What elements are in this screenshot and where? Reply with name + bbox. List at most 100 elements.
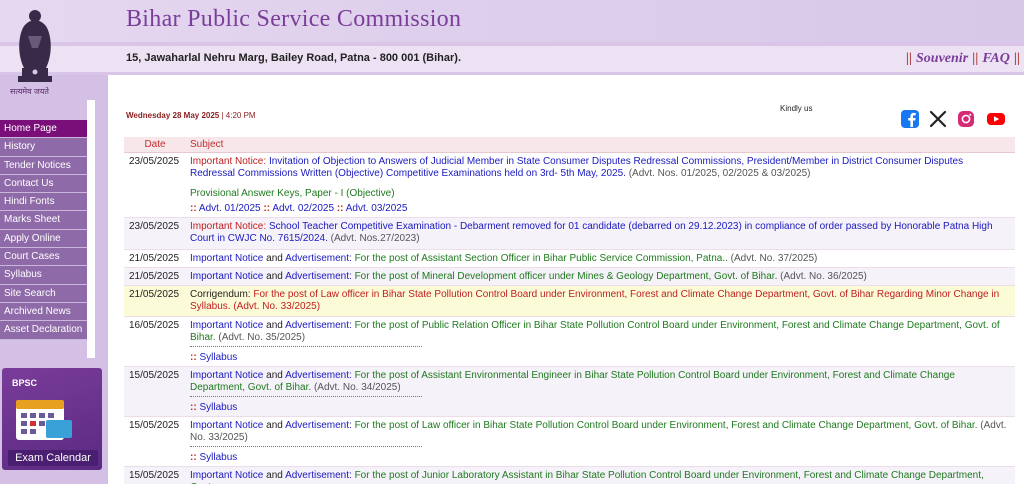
emblem-motto: सत्यमेव जयते	[10, 87, 49, 96]
notice-link[interactable]: Invitation of Objection to Answers of Ju…	[190, 156, 963, 179]
sidebar-item-archived-news[interactable]: Archived News	[0, 302, 87, 322]
important-notice-link[interactable]: Important Notice	[190, 470, 263, 481]
table-row: 15/05/2025 Important Notice and Advertis…	[124, 367, 1015, 417]
column-subject: Subject	[190, 139, 224, 150]
row-subject: Important Notice and Advertisement: For …	[186, 317, 1015, 366]
row-date: 21/05/2025	[129, 253, 180, 264]
sidebar-item-syllabus[interactable]: Syllabus	[0, 266, 87, 285]
syllabus-line: :: Syllabus	[190, 452, 238, 463]
table-row: 16/05/2025 Important Notice and Advertis…	[124, 317, 1015, 367]
advt-link[interactable]: Advt. 02/2025	[272, 203, 334, 214]
corrigendum-label: Corrigendum:	[190, 289, 251, 300]
advertisement-link[interactable]: Advertisement:	[285, 320, 352, 331]
sidebar-item-history[interactable]: History	[0, 138, 87, 157]
table-row: 15/05/2025 Important Notice and Advertis…	[124, 467, 1015, 484]
dotted-divider	[190, 344, 422, 347]
youtube-icon[interactable]	[986, 109, 1006, 129]
sidebar-item-site-search[interactable]: Site Search	[0, 284, 87, 303]
table-row: 15/05/2025 Important Notice and Advertis…	[124, 417, 1015, 467]
table-row: 21/05/2025 Important Notice and Advertis…	[124, 250, 1015, 268]
row-date: 21/05/2025	[129, 289, 180, 300]
row-subject: Important Notice and Advertisement: For …	[186, 268, 1015, 285]
sidebar-item-marks-sheet[interactable]: Marks Sheet	[0, 211, 87, 230]
advertisement-link[interactable]: Advertisement:	[285, 470, 352, 481]
advertisement-link[interactable]: Advertisement:	[285, 271, 352, 282]
row-subject: Important Notice: Invitation of Objectio…	[186, 153, 1015, 217]
social-label: Kindly us	[780, 104, 813, 113]
advt-number: (Advt. Nos.27/2023)	[330, 233, 420, 244]
row-date: 15/05/2025	[129, 470, 180, 481]
advt-link[interactable]: Advt. 03/2025	[346, 203, 408, 214]
row-subject: Important Notice and Advertisement: For …	[186, 250, 1015, 267]
advt-number: (Advt. No. 36/2025)	[780, 271, 867, 282]
table-row: 23/05/2025 Important Notice: Invitation …	[124, 153, 1015, 218]
answer-key-title: Provisional Answer Keys, Paper - I (Obje…	[190, 188, 395, 199]
current-time: 4:20 PM	[225, 111, 256, 120]
post-description: For the post of Mineral Development offi…	[354, 271, 778, 282]
important-notice-link[interactable]: Important Notice	[190, 271, 263, 282]
divider: ||	[905, 51, 913, 66]
table-header: Date Subject	[124, 137, 1015, 153]
important-notice-link[interactable]: Important Notice	[190, 253, 263, 264]
conjunction: and	[266, 370, 283, 381]
x-icon[interactable]	[928, 109, 948, 129]
sidebar-item-contact-us[interactable]: Contact Us	[0, 174, 87, 194]
conjunction: and	[266, 470, 283, 481]
advt-link[interactable]: Advt. 01/2025	[199, 203, 261, 214]
sidebar-strip	[87, 100, 95, 358]
sidebar-item-home-page[interactable]: Home Page	[0, 120, 87, 139]
site-header: Bihar Public Service Commission 15, Jawa…	[0, 0, 1024, 75]
notice-label: Important Notice:	[190, 156, 267, 167]
advt-number: (Advt. No. 35/2025)	[218, 332, 306, 343]
post-description: For the post of Law officer in Bihar Sta…	[354, 420, 978, 431]
syllabus-link[interactable]: Syllabus	[199, 352, 237, 363]
advt-links: :: Advt. 01/2025 :: Advt. 02/2025 :: Adv…	[190, 203, 408, 214]
sidebar-item-asset-declaration[interactable]: Asset Declaration	[0, 321, 87, 340]
conjunction: and	[266, 320, 283, 331]
current-date: Wednesday 28 May 2025	[126, 111, 220, 120]
conjunction: and	[266, 271, 283, 282]
important-notice-link[interactable]: Important Notice	[190, 370, 263, 381]
divider: ||	[1013, 51, 1020, 66]
advertisement-link[interactable]: Advertisement:	[285, 420, 352, 431]
advertisement-link[interactable]: Advertisement:	[285, 370, 352, 381]
table-row: 21/05/2025 Corrigendum: For the post of …	[124, 286, 1015, 317]
instagram-icon[interactable]	[956, 109, 976, 129]
conjunction: and	[266, 253, 283, 264]
souvenir-link[interactable]: Souvenir	[916, 51, 968, 67]
facebook-icon[interactable]	[900, 109, 920, 129]
faq-link[interactable]: FAQ	[982, 51, 1010, 67]
row-date: 21/05/2025	[129, 271, 180, 282]
dotted-divider	[190, 444, 422, 447]
row-date: 16/05/2025	[129, 320, 180, 331]
advt-number: (Advt. Nos. 01/2025, 02/2025 & 03/2025)	[628, 168, 811, 179]
sidebar-item-court-cases[interactable]: Court Cases	[0, 248, 87, 267]
site-title[interactable]: Bihar Public Service Commission	[126, 6, 461, 33]
notice-link[interactable]: School Teacher Competitive Examination -…	[190, 221, 993, 244]
current-datetime: Wednesday 28 May 2025 | 4:20 PM	[126, 111, 256, 120]
advertisement-link[interactable]: Advertisement:	[285, 253, 352, 264]
table-row: 21/05/2025 Important Notice and Advertis…	[124, 268, 1015, 286]
sidebar-item-tender-notices[interactable]: Tender Notices	[0, 156, 87, 175]
row-subject: Important Notice and Advertisement: For …	[186, 417, 1015, 466]
calendar-brand: BPSC	[12, 378, 38, 388]
row-subject: Important Notice and Advertisement: For …	[186, 467, 1015, 484]
corrigendum-link[interactable]: For the post of Law officer in Bihar Sta…	[190, 289, 999, 312]
advt-number: (Advt. No. 34/2025)	[313, 382, 401, 393]
column-date: Date	[144, 139, 166, 150]
exam-calendar-banner[interactable]: BPSC Exam Calendar	[2, 368, 102, 470]
syllabus-link[interactable]: Syllabus	[199, 402, 237, 413]
row-subject: Important Notice and Advertisement: For …	[186, 367, 1015, 416]
row-subject: Corrigendum: For the post of Law officer…	[186, 286, 1015, 316]
sidebar-nav: Home Page History Tender Notices Contact…	[0, 120, 87, 340]
dotted-divider	[190, 394, 422, 397]
table-row: 23/05/2025 Important Notice: School Teac…	[124, 218, 1015, 250]
post-description: For the post of Assistant Section Office…	[354, 253, 728, 264]
row-date: 15/05/2025	[129, 420, 180, 431]
row-subject: Important Notice: School Teacher Competi…	[186, 218, 1015, 249]
important-notice-link[interactable]: Important Notice	[190, 320, 263, 331]
syllabus-link[interactable]: Syllabus	[199, 452, 237, 463]
sidebar-item-apply-online[interactable]: Apply Online	[0, 229, 87, 249]
important-notice-link[interactable]: Important Notice	[190, 420, 263, 431]
sidebar-item-hindi-fonts[interactable]: Hindi Fonts	[0, 193, 87, 212]
